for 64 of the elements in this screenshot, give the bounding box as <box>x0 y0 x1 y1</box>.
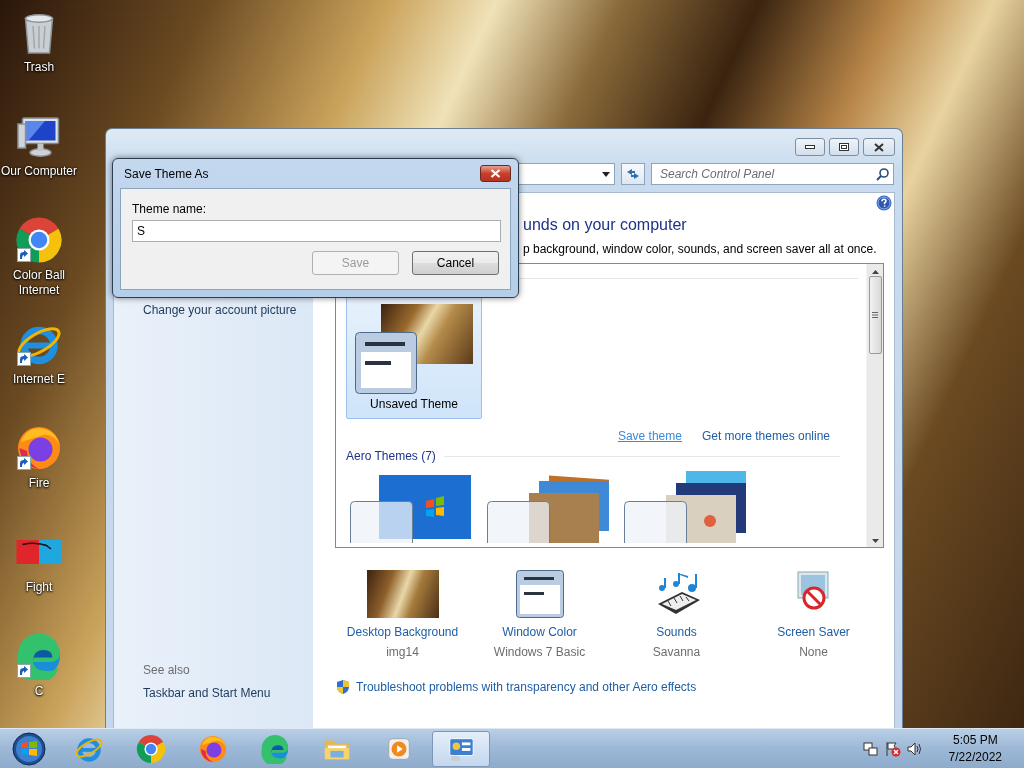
close-icon <box>490 169 501 178</box>
see-also-heading: See also <box>143 663 191 677</box>
search-icon <box>876 167 889 181</box>
refresh-button[interactable] <box>621 163 645 185</box>
close-button[interactable] <box>480 165 511 182</box>
minimize-button[interactable] <box>795 138 825 156</box>
desktop-icon-label[interactable]: Internet E <box>13 372 65 387</box>
page-description: p background, window color, sounds, and screen saver all at once. <box>523 241 878 257</box>
troubleshoot-link[interactable]: Troubleshoot problems with transparency and other Aero effects <box>356 680 697 694</box>
volume-icon[interactable] <box>906 740 923 757</box>
group-heading: Aero Themes (7) <box>346 449 436 463</box>
page-heading: unds on your computer <box>523 215 688 235</box>
scroll-up-arrow-icon <box>871 270 879 274</box>
dialog-button[interactable]: Cancel <box>412 251 499 275</box>
setting-value: None <box>799 645 828 659</box>
dropdown-caret-icon <box>602 171 610 177</box>
shortcut-arrow-icon <box>17 248 31 262</box>
edge-browser-icon <box>260 733 290 764</box>
sidebar-link[interactable]: Change your account picture <box>143 302 313 318</box>
flag-error-icon[interactable] <box>884 740 901 757</box>
theme-item[interactable]: Unsaved Theme <box>346 295 482 419</box>
clock-date: 7/22/2022 <box>948 748 1002 766</box>
refresh-arrows-icon <box>626 168 640 180</box>
setting-link[interactable]: Window Color <box>502 625 577 639</box>
setting-value: img14 <box>386 645 419 659</box>
grip-icon <box>872 312 878 318</box>
maximize-icon <box>839 143 849 151</box>
shortcut-arrow-icon <box>17 456 31 470</box>
dialog-title: Save Theme As <box>123 166 209 181</box>
network-icon[interactable] <box>862 740 879 757</box>
start-orb-icon[interactable] <box>12 731 46 766</box>
window-color-icon <box>354 332 417 394</box>
search-field[interactable]: Search Control Panel <box>651 163 894 185</box>
desktop-icon-label[interactable]: Fight <box>25 580 53 595</box>
clock-time: 5:05 PM <box>952 731 998 749</box>
shield-icon <box>335 679 351 695</box>
taskbar-button[interactable] <box>432 730 490 767</box>
sidebar-link[interactable]: Taskbar and Start Menu <box>143 685 313 701</box>
desktop-icon-label[interactable]: Color Ball Internet <box>0 268 78 298</box>
desktop-icon-label[interactable]: Trash <box>23 60 55 75</box>
maximize-button[interactable] <box>829 138 859 156</box>
setting-link[interactable]: Screen Saver <box>777 625 850 639</box>
setting-link[interactable]: Sounds <box>656 625 697 639</box>
chrome-browser-icon <box>136 733 166 764</box>
firefox-browser-icon <box>198 733 228 764</box>
field-label: Theme name: <box>132 202 208 216</box>
theme-name-input[interactable]: S <box>132 220 501 242</box>
setting-link[interactable]: Desktop Background <box>346 625 459 639</box>
setting-value: Windows 7 Basic <box>493 645 586 659</box>
scroll-down-arrow-icon <box>871 539 879 543</box>
shortcut-arrow-icon <box>17 352 31 366</box>
theme-link[interactable]: Save theme <box>617 429 682 443</box>
desktop-icon-label[interactable]: Our Computer <box>1 164 77 179</box>
help-icon[interactable] <box>876 195 892 211</box>
shortcut-arrow-icon <box>17 664 31 678</box>
minimize-icon <box>805 145 815 149</box>
window-color-icon[interactable] <box>515 570 564 618</box>
desktop-icon-label[interactable]: Fire <box>28 476 50 491</box>
setting-value: Savanna <box>652 645 701 659</box>
clock[interactable]: 5:05 PM 7/22/2022 <box>948 731 1002 766</box>
close-button[interactable] <box>863 138 895 156</box>
close-icon <box>874 142 884 152</box>
scrollbar[interactable] <box>866 264 883 547</box>
theme-link[interactable]: Get more themes online <box>701 429 830 443</box>
